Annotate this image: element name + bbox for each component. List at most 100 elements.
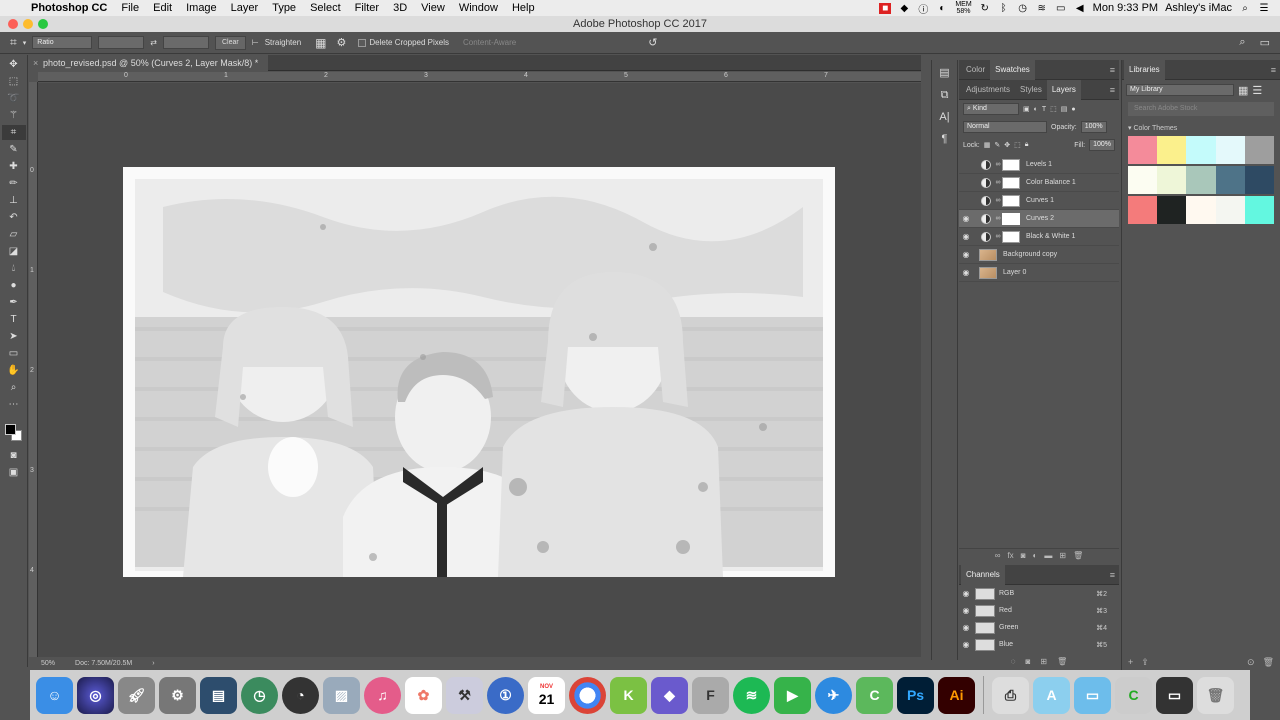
history-brush-tool-icon[interactable]: ↶ [2, 210, 26, 225]
crop-height-input[interactable] [162, 36, 209, 49]
clone-stamp-tool-icon[interactable]: ⊥ [2, 193, 26, 208]
menu-file[interactable]: File [114, 2, 146, 14]
menu-view[interactable]: View [414, 2, 452, 14]
color-theme[interactable] [1128, 166, 1275, 194]
menubar-user[interactable]: Ashley's iMac [1165, 2, 1232, 14]
theme-color-swatch[interactable] [1215, 166, 1245, 194]
panel-menu-icon[interactable]: ≡ [1110, 65, 1119, 75]
airplay-icon[interactable]: ▭ [1055, 3, 1067, 14]
new-group-icon[interactable]: ▬ [1044, 551, 1052, 562]
paint-bucket-tool-icon[interactable]: ◪ [2, 244, 26, 259]
add-content-icon[interactable]: + [1128, 657, 1133, 668]
properties-panel-icon[interactable]: ⧉ [935, 86, 955, 104]
layer-row-selected[interactable]: ◉ ∞ Curves 2 [959, 210, 1119, 228]
list-view-icon[interactable]: ☰ [1252, 84, 1262, 97]
search-icon[interactable]: ⌕ [1239, 36, 1245, 49]
printer-icon[interactable]: ⎙ [992, 676, 1029, 714]
screen-mode-icon[interactable]: ▣ [2, 465, 26, 480]
cube-app-icon[interactable]: ◆ [651, 676, 688, 714]
lasso-tool-icon[interactable]: ➰ [2, 91, 26, 106]
theme-color-swatch[interactable] [1157, 136, 1187, 164]
menu-window[interactable]: Window [452, 2, 505, 14]
visibility-eye-icon[interactable]: ◉ [959, 640, 973, 649]
layer-row[interactable]: ◉ ∞ Black & White 1 [959, 228, 1119, 246]
lock-transparent-icon[interactable]: ▦ [984, 141, 991, 149]
layer-row[interactable]: ◉ Layer 0 [959, 264, 1119, 282]
layer-row[interactable]: ◉ ∞ Curves 1 [959, 192, 1119, 210]
type-tool-icon[interactable]: T [2, 312, 26, 327]
clear-button[interactable]: Clear [214, 35, 246, 50]
menu-type[interactable]: Type [265, 2, 303, 14]
notification-center-icon[interactable]: ☰ [1258, 3, 1270, 14]
panel-menu-icon[interactable]: ≡ [1110, 570, 1119, 580]
load-selection-icon[interactable]: ◌ [1011, 657, 1016, 666]
new-channel-icon[interactable]: ⊞ [1040, 657, 1047, 666]
sync-icon[interactable]: ↻ [979, 3, 991, 14]
document-canvas[interactable] [38, 83, 921, 657]
filter-adjustment-icon[interactable]: ◐ [1034, 106, 1038, 113]
color-theme[interactable] [1128, 136, 1275, 164]
link-layers-icon[interactable]: ∞ [995, 551, 1001, 562]
minimize-window-button[interactable] [23, 19, 33, 29]
layer-style-icon[interactable]: fx [1007, 551, 1013, 562]
theme-color-swatch[interactable] [1215, 136, 1245, 164]
save-selection-icon[interactable]: ◙ [1026, 657, 1031, 666]
itunes-icon[interactable]: ♫ [364, 676, 401, 714]
tab-adjustments[interactable]: Adjustments [961, 80, 1015, 100]
facetime-icon[interactable]: ▶ [774, 676, 811, 714]
channel-row[interactable]: ◉ Green ⌘4 [959, 619, 1119, 636]
color-themes-header[interactable]: ▾ Color Themes [1122, 118, 1280, 134]
theme-color-swatch[interactable] [1215, 196, 1245, 224]
visibility-eye-icon[interactable]: ◉ [959, 606, 973, 615]
filter-pixel-icon[interactable]: ▣ [1023, 105, 1030, 113]
visibility-eye-icon[interactable]: ◉ [959, 160, 973, 169]
menu-edit[interactable]: Edit [146, 2, 179, 14]
magic-wand-tool-icon[interactable]: ⚚ [2, 108, 26, 123]
move-tool-icon[interactable]: ✥ [2, 57, 26, 72]
theme-color-swatch[interactable] [1128, 166, 1158, 194]
healing-brush-tool-icon[interactable]: ✚ [2, 159, 26, 174]
filter-shape-icon[interactable]: ⬚ [1050, 105, 1057, 113]
library-select[interactable]: My Library [1126, 84, 1234, 96]
trash-icon[interactable]: 🗑︎ [1197, 676, 1234, 714]
menu-select[interactable]: Select [303, 2, 348, 14]
panel-menu-icon[interactable]: ≡ [1110, 85, 1119, 95]
contrast-icon[interactable]: ◐ [936, 3, 948, 14]
theme-color-swatch[interactable] [1186, 196, 1216, 224]
visibility-eye-icon[interactable]: ◉ [959, 214, 973, 223]
stock-search-input[interactable]: Search Adobe Stock [1128, 102, 1274, 116]
theme-color-swatch[interactable] [1128, 196, 1158, 224]
color-swatches[interactable] [2, 420, 26, 446]
zoom-tool-icon[interactable]: ⌕ [2, 380, 26, 395]
paragraph-panel-icon[interactable]: ¶ [935, 130, 955, 148]
more-tools-icon[interactable]: ⋯ [2, 397, 26, 412]
layer-row[interactable]: ◉ ∞ Levels 1 [959, 156, 1119, 174]
visibility-eye-icon[interactable]: ◉ [959, 196, 973, 205]
mail-app-icon[interactable]: ✈ [815, 676, 852, 714]
siri-icon[interactable]: ◎ [77, 676, 114, 714]
layer-row[interactable]: ◉ Background copy [959, 246, 1119, 264]
visibility-eye-icon[interactable]: ◉ [959, 250, 973, 259]
new-adjustment-icon[interactable]: ◐ [1033, 551, 1038, 562]
applications-folder-icon[interactable]: A [1033, 676, 1070, 714]
layer-mask-thumbnail[interactable] [1002, 158, 1020, 171]
utility-icon[interactable]: ⚒ [446, 676, 483, 714]
quick-mask-icon[interactable]: ◙ [2, 448, 26, 463]
delete-icon[interactable]: 🗑︎ [1263, 657, 1274, 668]
theme-color-swatch[interactable] [1157, 166, 1187, 194]
theme-color-swatch[interactable] [1244, 196, 1275, 224]
finder-icon[interactable]: ☺ [36, 676, 73, 714]
layer-mask-thumbnail[interactable] [1002, 194, 1020, 207]
photo-browser-icon[interactable]: ▤ [200, 676, 237, 714]
eraser-tool-icon[interactable]: ▱ [2, 227, 26, 242]
preset-dropdown-arrow-icon[interactable]: ▾ [23, 39, 27, 47]
workspace-icon[interactable]: ▭ [1260, 36, 1270, 49]
zoom-window-button[interactable] [38, 19, 48, 29]
tab-color[interactable]: Color [961, 60, 990, 80]
tab-channels[interactable]: Channels [961, 564, 1005, 585]
delete-cropped-pixels-option[interactable]: Delete Cropped Pixels [358, 38, 449, 47]
vertical-ruler[interactable]: 0 1 2 3 4 [29, 82, 38, 657]
hand-tool-icon[interactable]: ✋ [2, 363, 26, 378]
character-panel-icon[interactable]: A| [935, 108, 955, 126]
dodge-tool-icon[interactable]: ● [2, 278, 26, 293]
